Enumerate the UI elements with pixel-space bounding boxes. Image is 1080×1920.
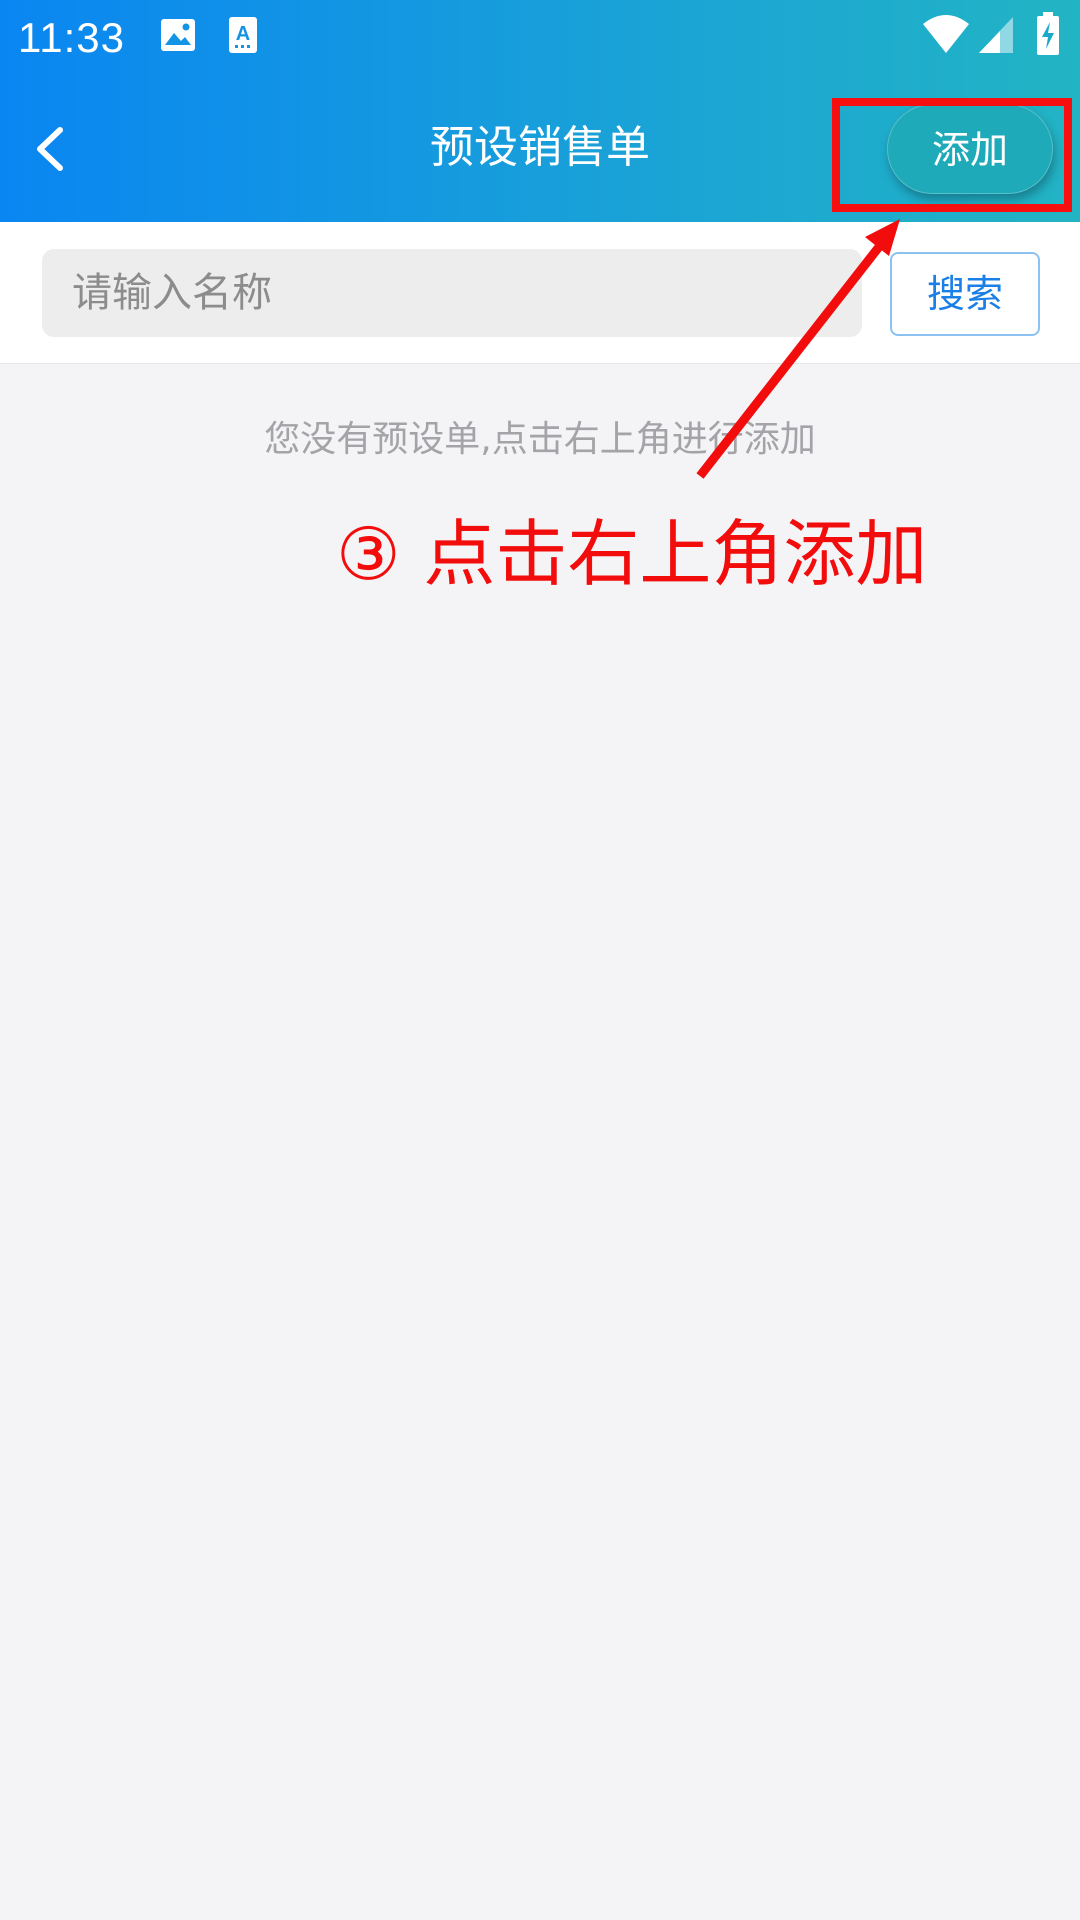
empty-state-message: 您没有预设单,点击右上角进行添加 [264,419,816,460]
battery-charging-icon [1037,12,1059,55]
search-bar: 搜索 [0,222,1080,364]
cell-signal-icon [979,17,1013,53]
search-button[interactable]: 搜索 [890,252,1040,336]
search-input[interactable] [42,249,862,337]
annotation-highlight-box [832,98,1072,212]
wifi-icon [923,15,969,53]
image-icon [161,19,195,51]
text-a-icon: A [229,17,257,53]
annotation-text: ③ 点击右上角添加 [336,512,928,596]
status-bar: 11:33 A [0,0,1080,76]
status-time: 11:33 [18,14,125,61]
svg-text:A: A [236,23,250,45]
